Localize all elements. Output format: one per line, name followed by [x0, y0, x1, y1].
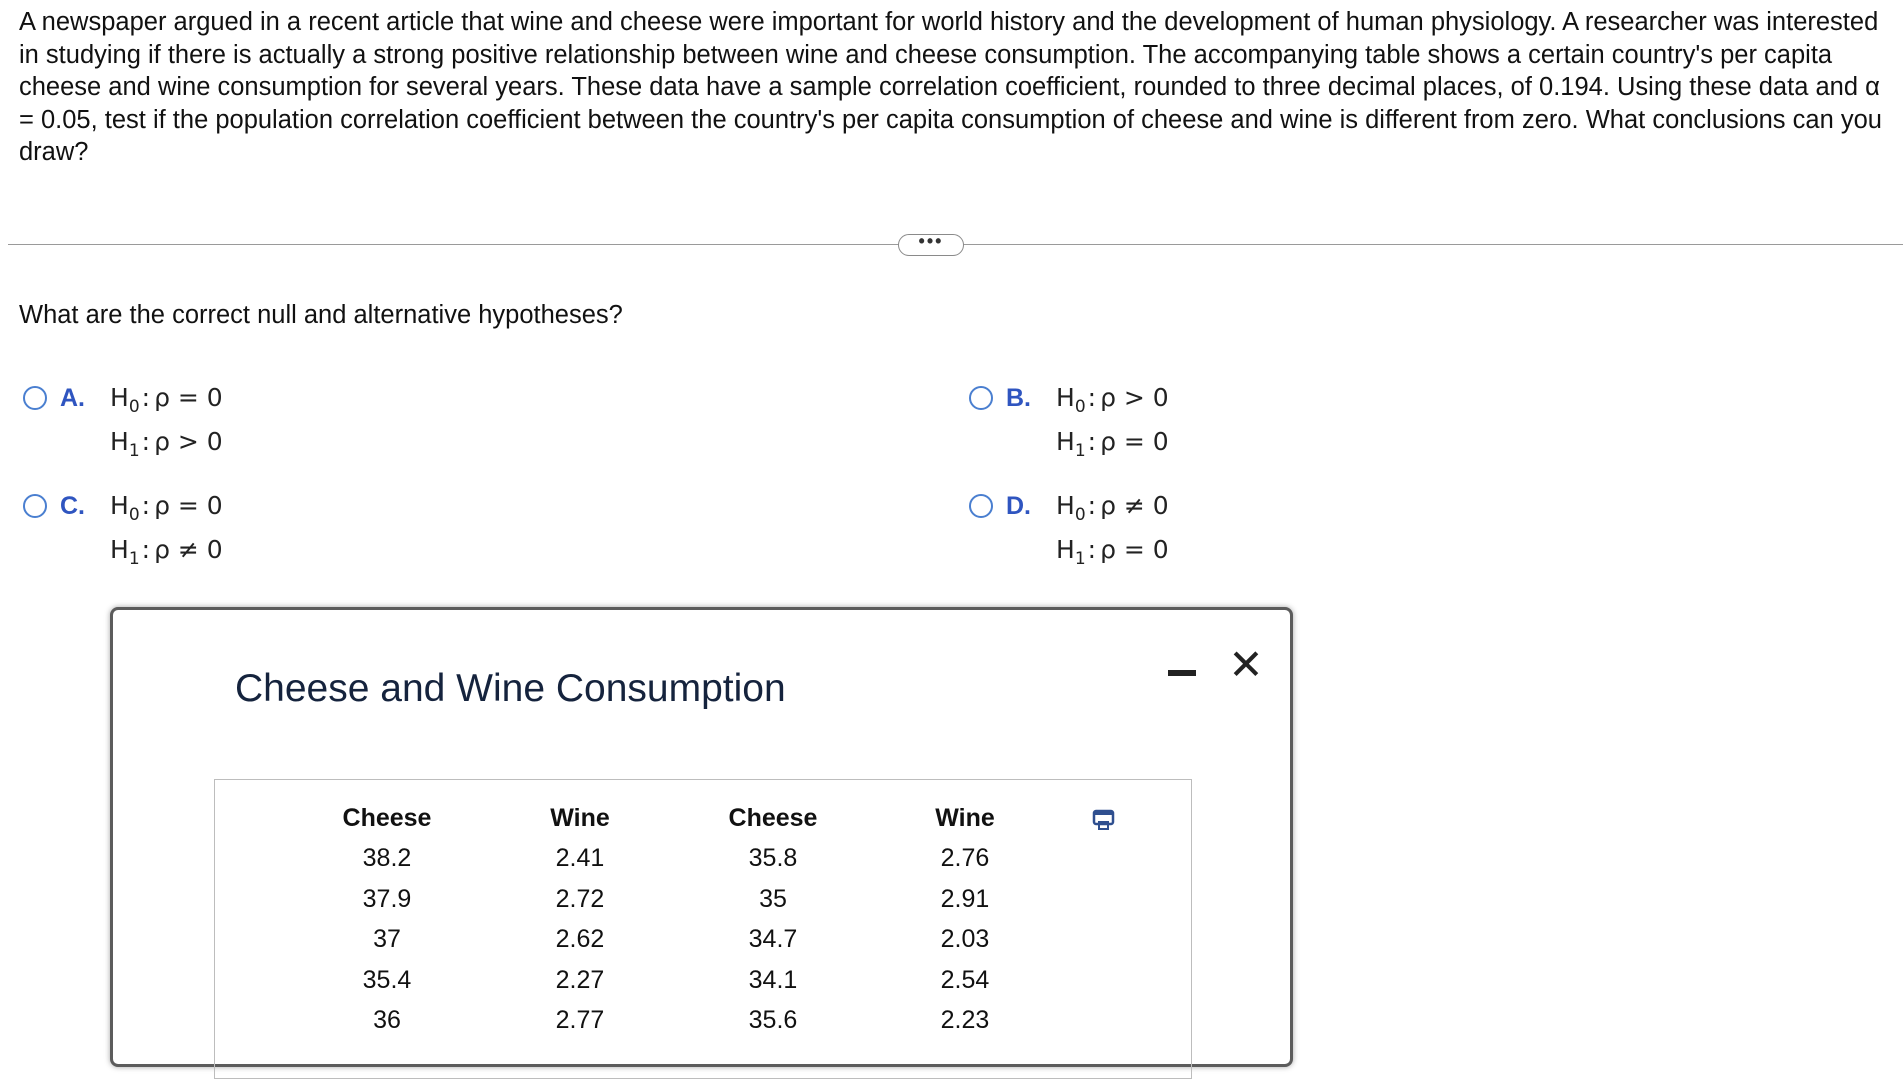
- minimize-icon[interactable]: [1166, 658, 1196, 688]
- option-b-hypotheses: H0: ρ > 0 H1: ρ = 0: [1056, 376, 1169, 464]
- table-cell: 2.72: [555, 884, 605, 913]
- more-button[interactable]: •••: [898, 231, 964, 256]
- column-header: Wine: [550, 804, 610, 832]
- radio-a[interactable]: [23, 386, 47, 410]
- column-wine-2: Wine 2.76 2.91 2.03 2.54 2.23: [885, 798, 1045, 1041]
- close-icon[interactable]: ✕: [1228, 644, 1264, 686]
- table-cell: 2.27: [555, 965, 605, 994]
- column-header: Wine: [935, 804, 995, 832]
- option-c-hypotheses: H0: ρ = 0 H1: ρ ≠ 0: [110, 484, 223, 572]
- option-letter: D.: [1006, 492, 1031, 520]
- data-table: Cheese 38.2 37.9 37 35.4 36 Wine 2.41 2.…: [214, 779, 1192, 1079]
- dialog-title: Cheese and Wine Consumption: [235, 667, 786, 710]
- radio-c[interactable]: [23, 494, 47, 518]
- data-table-dialog: Cheese and Wine Consumption ✕ Cheese 38.…: [110, 607, 1293, 1079]
- option-letter: C.: [60, 492, 85, 520]
- column-header: Cheese: [342, 804, 432, 832]
- column-cheese-2: Cheese 35.8 35 34.7 34.1 35.6: [693, 798, 853, 1041]
- alt-hypothesis: H1: ρ = 0: [1056, 427, 1169, 461]
- option-a-hypotheses: H0: ρ = 0 H1: ρ > 0: [110, 376, 223, 464]
- radio-d[interactable]: [969, 494, 993, 518]
- ellipsis-icon: •••: [918, 231, 944, 251]
- radio-b[interactable]: [969, 386, 993, 410]
- null-hypothesis: H0: ρ > 0: [1056, 383, 1169, 417]
- option-letter: B.: [1006, 384, 1031, 412]
- null-hypothesis: H0: ρ = 0: [110, 383, 223, 417]
- table-cell: 2.54: [940, 965, 990, 994]
- copy-icon[interactable]: [1091, 807, 1117, 833]
- table-cell: 2.23: [940, 1006, 990, 1034]
- table-cell: 2.03: [940, 925, 990, 953]
- option-a[interactable]: A. H0: ρ = 0 H1: ρ > 0: [23, 380, 223, 464]
- table-cell: 2.91: [940, 884, 990, 913]
- table-cell: 34.7: [748, 925, 798, 953]
- null-hypothesis: H0: ρ ≠ 0: [1056, 491, 1169, 525]
- table-cell: 2.76: [940, 844, 990, 872]
- column-cheese-1: Cheese 38.2 37.9 37 35.4 36: [307, 798, 467, 1041]
- table-cell: 37: [373, 925, 401, 953]
- table-cell: 35: [759, 884, 787, 913]
- table-cell: 35.4: [362, 965, 412, 994]
- table-cell: 35.8: [748, 844, 798, 872]
- alt-hypothesis: H1: ρ ≠ 0: [110, 535, 223, 569]
- table-cell: 38.2: [362, 844, 412, 872]
- subquestion-text: What are the correct null and alternativ…: [19, 301, 623, 329]
- option-b[interactable]: B. H0: ρ > 0 H1: ρ = 0: [969, 380, 1169, 464]
- table-cell: 37.9: [362, 884, 412, 913]
- table-cell: 2.41: [555, 844, 605, 872]
- column-wine-1: Wine 2.41 2.72 2.62 2.27 2.77: [500, 798, 660, 1041]
- option-d-hypotheses: H0: ρ ≠ 0 H1: ρ = 0: [1056, 484, 1169, 572]
- alt-hypothesis: H1: ρ = 0: [1056, 535, 1169, 569]
- option-d[interactable]: D. H0: ρ ≠ 0 H1: ρ = 0: [969, 488, 1169, 572]
- table-cell: 36: [373, 1006, 401, 1034]
- alt-hypothesis: H1: ρ > 0: [110, 427, 223, 461]
- table-cell: 2.77: [555, 1006, 605, 1034]
- null-hypothesis: H0: ρ = 0: [110, 491, 223, 525]
- table-cell: 35.6: [748, 1006, 798, 1034]
- column-header: Cheese: [728, 804, 818, 832]
- table-cell: 34.1: [748, 965, 798, 994]
- question-text: A newspaper argued in a recent article t…: [19, 8, 1882, 166]
- option-c[interactable]: C. H0: ρ = 0 H1: ρ ≠ 0: [23, 488, 223, 572]
- option-letter: A.: [60, 384, 85, 412]
- table-cell: 2.62: [555, 925, 605, 953]
